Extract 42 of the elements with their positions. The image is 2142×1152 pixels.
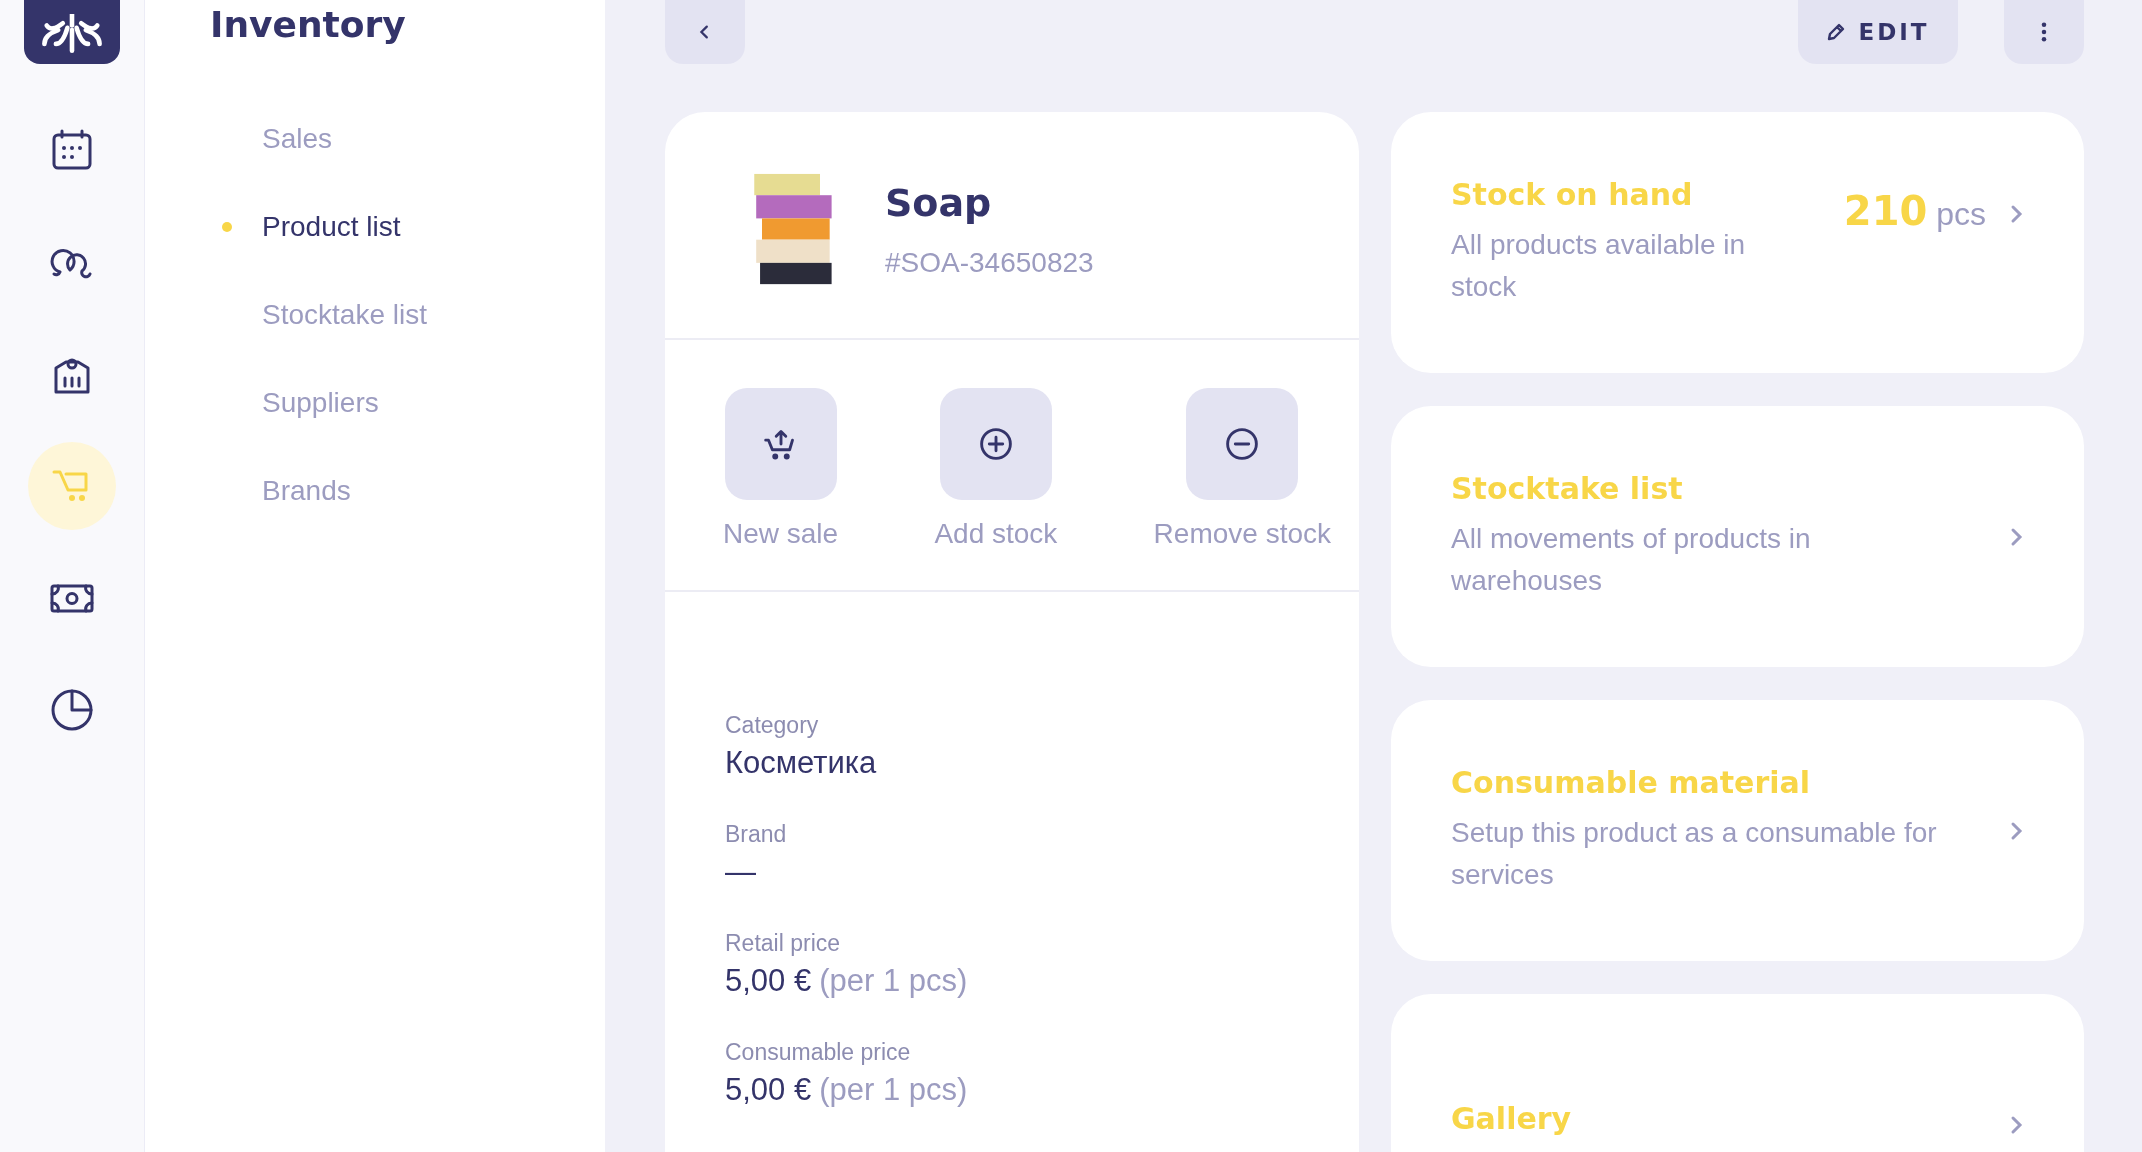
more-icon (2041, 22, 2047, 42)
sidebar-item[interactable]: Sales (218, 95, 605, 183)
sidebar-item[interactable]: Product list (218, 183, 605, 271)
chevron-right-icon (2010, 1114, 2024, 1135)
card-title: Stocktake list (1451, 471, 1684, 506)
field-value: — (725, 854, 757, 890)
info-card[interactable]: Stocktake list All movements of products in warehouses (1391, 406, 2084, 667)
field-label: Consumable price (725, 1039, 912, 1066)
chevron-right-icon (2010, 204, 2024, 224)
sidebar-item[interactable]: Stocktake list (218, 271, 605, 359)
field-value: Косметика (725, 745, 878, 781)
field-value: 5,00 € (per 1 pcs) (725, 963, 969, 999)
field-value: 5,00 € (per 1 pcs) (725, 1072, 969, 1108)
sidebar-item[interactable]: Brands (218, 447, 605, 535)
action-label: New sale (723, 518, 839, 550)
card-title: Stock on hand (1451, 177, 1694, 212)
remove-action-button[interactable] (1186, 388, 1299, 500)
info-card[interactable]: Gallery (1391, 994, 2084, 1152)
card-title: Consumable material (1451, 765, 1812, 800)
info-card[interactable]: Consumable material Setup this product as a consumable for services (1391, 700, 2084, 961)
card-description: Setup this product as a consumable for services (1451, 816, 1938, 892)
octopus-logo-icon[interactable] (24, 0, 120, 64)
action-label: Add stock (934, 518, 1058, 550)
card-title: Gallery (1451, 1101, 1573, 1136)
stock-count: 210 pcs (1843, 188, 1986, 234)
section-title: Inventory (210, 3, 407, 45)
product-sku: #SOA-34650823 (885, 247, 1094, 279)
product-name: Soap (885, 181, 993, 225)
sidebar-item[interactable]: Suppliers (218, 359, 605, 447)
pencil-icon (1826, 22, 1847, 42)
info-card[interactable]: Stock on hand All products available in stock 210 pcs (1391, 112, 2084, 373)
card-description: All products available in stock (1451, 228, 1747, 304)
add-action-button[interactable] (939, 388, 1052, 500)
field-label: Brand (725, 821, 788, 848)
edit-button[interactable]: EDIT (1798, 0, 1958, 64)
field-label: Retail price (725, 930, 842, 957)
field-label: Category (725, 712, 820, 739)
sale-action-button[interactable] (724, 388, 837, 500)
card-description: All movements of products in warehouses (1451, 522, 1812, 598)
chevron-right-icon (2010, 526, 2024, 547)
chevron-right-icon (2010, 820, 2024, 841)
action-label: Remove stock (1153, 518, 1331, 550)
